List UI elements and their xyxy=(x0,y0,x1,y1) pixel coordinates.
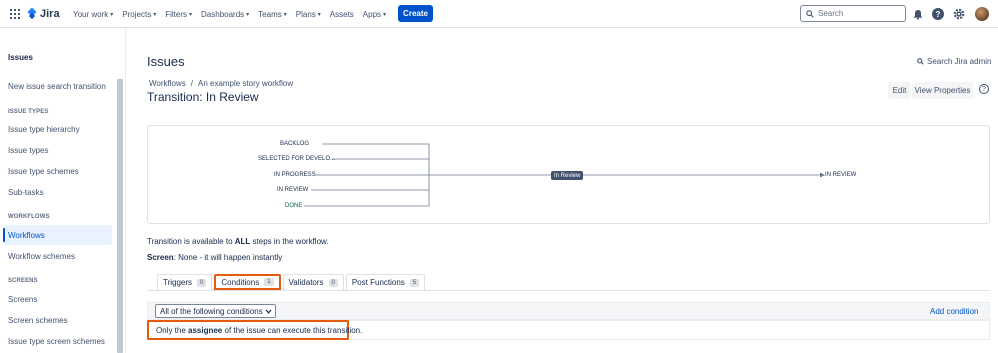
transition-label: In Review xyxy=(551,171,584,180)
note-text: steps in the workflow. xyxy=(250,237,329,246)
workflow-step: SELECTED FOR DEVELO... xyxy=(258,156,336,162)
condition-text: of the issue can execute this transition… xyxy=(222,325,363,335)
chevron-down-icon xyxy=(265,309,272,314)
condition-text: Only the xyxy=(156,325,189,335)
condition-group-select[interactable]: All of the following conditions xyxy=(155,304,276,318)
note-bold: ALL xyxy=(234,237,251,246)
screen-label: Screen xyxy=(147,253,174,262)
target-step: IN REVIEW xyxy=(825,172,857,178)
transition-tabs: Triggers 0 Conditions 1 Validators 0 Post F… xyxy=(157,274,427,290)
tab-validators[interactable]: Validators 0 xyxy=(282,274,344,290)
workflow-step: BACKLOG xyxy=(280,141,310,147)
condition-bold: assignee xyxy=(188,325,223,335)
tab-post-functions[interactable]: Post Functions 5 xyxy=(345,274,426,290)
count-badge: 5 xyxy=(409,278,420,287)
add-condition-link[interactable]: Add condition xyxy=(930,307,978,316)
screen-value: : None - it will happen instantly xyxy=(173,253,283,262)
count-badge: 0 xyxy=(328,278,338,287)
tab-triggers[interactable]: Triggers 0 xyxy=(157,274,213,290)
tab-label: Post Functions xyxy=(351,278,405,287)
condition-row-border xyxy=(349,320,990,340)
tab-label: Validators xyxy=(288,278,324,287)
workflow-step: IN PROGRESS xyxy=(274,172,316,178)
workflow-step: IN REVIEW xyxy=(277,187,309,193)
availability-note: Transition is available to ALL steps in … xyxy=(147,237,329,246)
note-text: Transition is available to xyxy=(147,237,235,246)
condition-row: Only the assignee of the issue can execu… xyxy=(147,320,362,340)
count-badge: 0 xyxy=(197,278,207,287)
screen-note: Screen: None - it will happen instantly xyxy=(147,253,282,262)
workflow-step: DONE xyxy=(285,203,303,209)
count-badge: 1 xyxy=(264,278,274,286)
tab-conditions[interactable]: Conditions 1 xyxy=(214,274,281,290)
tab-label: Triggers xyxy=(163,278,193,287)
tab-label: Conditions xyxy=(221,277,260,287)
select-value: All of the following conditions xyxy=(160,306,263,316)
tab-divider xyxy=(147,290,990,291)
